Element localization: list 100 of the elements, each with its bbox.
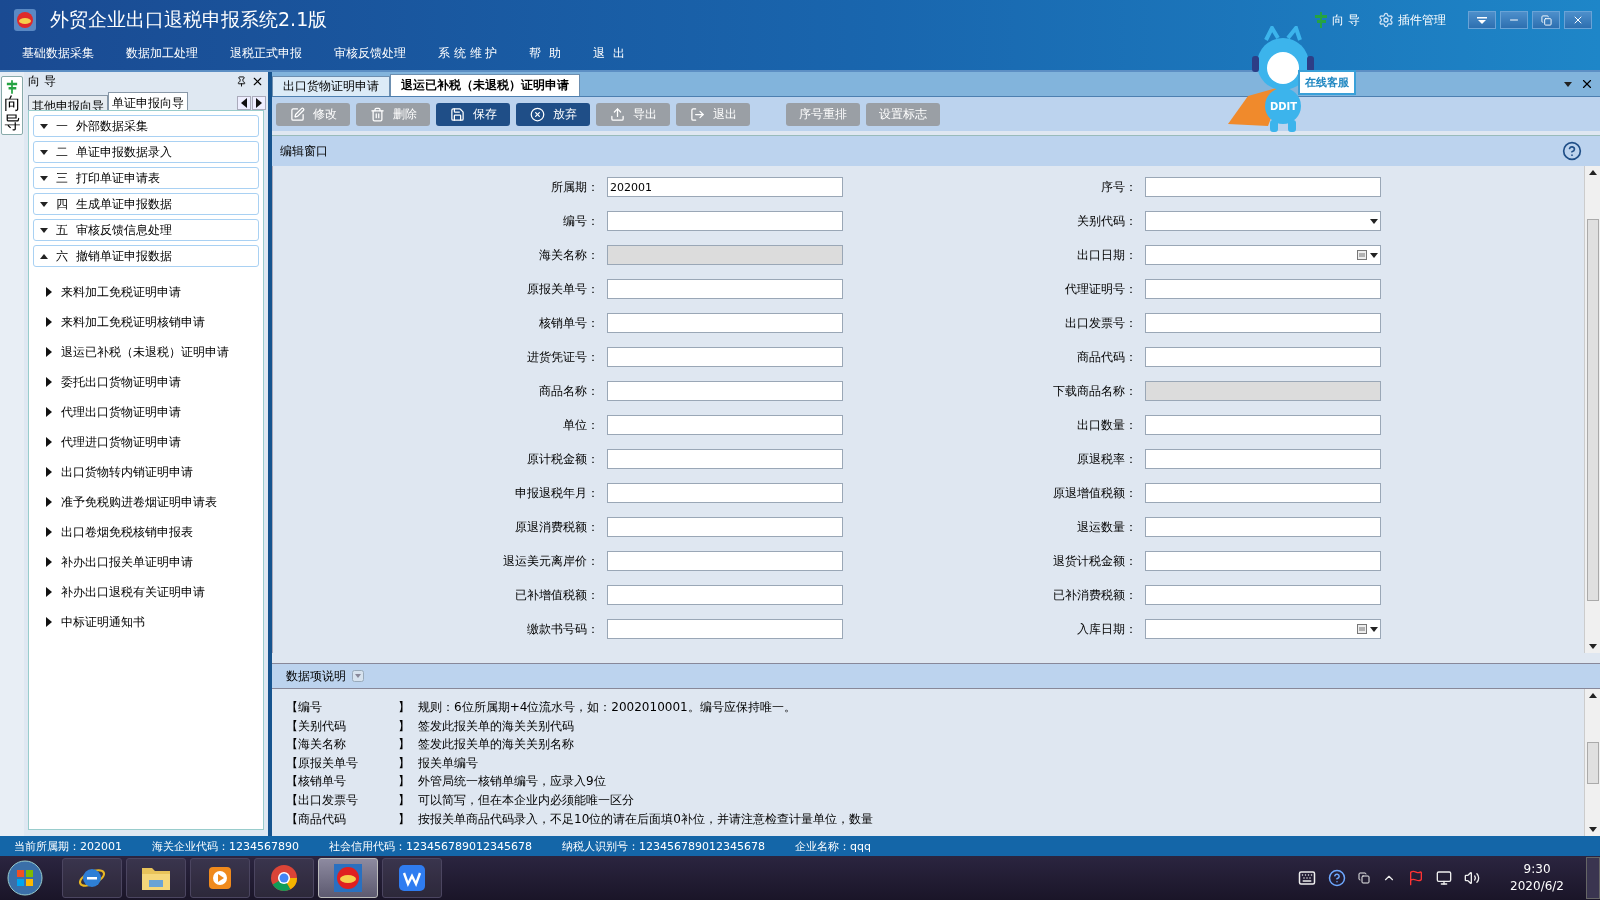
tree-item[interactable]: 委托出口货物证明申请 [33, 367, 259, 397]
minimize-button[interactable] [1500, 11, 1528, 29]
taskbar-button[interactable] [254, 858, 314, 898]
tree-section[interactable]: 三 打印单证申请表 [33, 167, 259, 189]
tree-item[interactable]: 出口货物转内销证明申请 [33, 457, 259, 487]
toolbar-button[interactable]: 保存 [436, 102, 510, 126]
input-field[interactable] [1145, 415, 1381, 435]
signpost-icon [1314, 12, 1329, 28]
input-field[interactable] [1145, 551, 1381, 571]
note-term: 【关别代码 [286, 717, 347, 735]
input-field[interactable] [1145, 177, 1381, 197]
menu-item[interactable]: 退税正式申报 [230, 44, 302, 62]
scrollbar-thumb[interactable] [1586, 741, 1599, 784]
document-tab[interactable]: 退运已补税（未退税）证明申请 [390, 74, 580, 96]
network-icon[interactable] [1436, 870, 1453, 886]
input-field[interactable] [607, 551, 843, 571]
close-icon[interactable] [1580, 77, 1594, 91]
input-field[interactable] [607, 347, 843, 367]
guide-link[interactable]: 向 导 [1314, 11, 1360, 29]
input-field[interactable] [1145, 483, 1381, 503]
tree-item[interactable]: 补办出口退税有关证明申请 [33, 577, 259, 607]
input-field[interactable] [1145, 279, 1381, 299]
help-icon[interactable] [1562, 141, 1582, 161]
flag-icon[interactable] [1408, 870, 1425, 886]
tree-item[interactable]: 中标证明通知书 [33, 607, 259, 637]
keyboard-icon[interactable] [1298, 869, 1317, 887]
input-field[interactable] [607, 449, 843, 469]
date-field[interactable] [1145, 619, 1381, 639]
document-tab[interactable]: 出口货物证明申请 [272, 76, 390, 96]
tree-section[interactable]: 二 单证申报数据录入 [33, 141, 259, 163]
input-field[interactable]: 202001 [607, 177, 843, 197]
dropdown-icon[interactable] [352, 670, 364, 682]
media-player-icon[interactable] [207, 865, 233, 891]
input-field[interactable] [607, 517, 843, 537]
tree-section[interactable]: 六 撤销单证申报数据 [33, 245, 259, 267]
clock[interactable]: 9:30 2020/6/2 [1510, 861, 1564, 895]
menu-item[interactable]: 系 统 维 护 [438, 44, 498, 62]
taskbar-button[interactable] [382, 858, 442, 898]
input-field[interactable] [1145, 449, 1381, 469]
input-field[interactable] [1145, 517, 1381, 537]
tree-item[interactable]: 补办出口报关单证明申请 [33, 547, 259, 577]
toolbar-button[interactable]: 放弃 [516, 102, 590, 126]
pin-icon[interactable] [236, 75, 247, 87]
input-field[interactable] [607, 279, 843, 299]
input-field[interactable] [607, 381, 843, 401]
input-field[interactable] [1145, 585, 1381, 605]
input-field[interactable] [607, 415, 843, 435]
side-tab[interactable]: 向导 [1, 76, 23, 136]
tree-section[interactable]: 一 外部数据采集 [33, 115, 259, 137]
date-field[interactable] [1145, 245, 1381, 265]
menu-item[interactable]: 帮 助 [529, 44, 562, 62]
field-label: 进货凭证号： [526, 348, 600, 366]
input-field[interactable] [1145, 313, 1381, 333]
tree-item[interactable]: 来料加工免税证明核销申请 [33, 307, 259, 337]
tree-item[interactable]: 出口卷烟免税核销申报表 [33, 517, 259, 547]
tree-section[interactable]: 四 生成单证申报数据 [33, 193, 259, 215]
scrollbar[interactable] [1584, 166, 1600, 653]
scroll-right-button[interactable] [252, 96, 266, 110]
input-field[interactable] [607, 313, 843, 333]
chrome-icon[interactable] [269, 863, 299, 893]
dropdown-button[interactable] [1468, 11, 1496, 29]
tax-app-icon[interactable] [333, 863, 363, 893]
scrollbar-thumb[interactable] [1586, 218, 1599, 601]
plugin-manager-link[interactable]: 插件管理 [1378, 11, 1446, 29]
volume-icon[interactable] [1464, 870, 1481, 886]
start-button[interactable] [6, 859, 44, 897]
input-field[interactable] [607, 585, 843, 605]
tree-item[interactable]: 代理出口货物证明申请 [33, 397, 259, 427]
menu-item[interactable]: 审核反馈处理 [334, 44, 406, 62]
taskbar-button[interactable] [190, 858, 250, 898]
field-label: 出口数量： [1076, 416, 1138, 434]
scroll-left-button[interactable] [237, 96, 251, 110]
close-button[interactable] [1564, 11, 1592, 29]
tree-item[interactable]: 退运已补税（未退税）证明申请 [33, 337, 259, 367]
triangle-icon [45, 407, 53, 417]
taskbar-button[interactable] [126, 858, 186, 898]
show-desktop-button[interactable] [1586, 857, 1600, 899]
tree-section[interactable]: 五 审核反馈信息处理 [33, 219, 259, 241]
online-support-button[interactable]: 在线客服 [1298, 70, 1356, 95]
taskbar-button[interactable] [62, 858, 122, 898]
restore-button[interactable] [1532, 11, 1560, 29]
input-field[interactable] [1145, 347, 1381, 367]
scrollbar[interactable] [1584, 689, 1600, 836]
field-label: 原退增值税额： [1052, 484, 1138, 502]
input-field[interactable] [607, 211, 843, 231]
menu-item[interactable]: 退 出 [593, 44, 625, 62]
tree-item[interactable]: 准予免税购进卷烟证明申请表 [33, 487, 259, 517]
tree-item[interactable]: 代理进口货物证明申请 [33, 427, 259, 457]
dropdown-field[interactable] [1145, 211, 1381, 231]
panel-tab[interactable]: 单证申报向导 [108, 92, 188, 110]
window-icon[interactable] [1358, 872, 1371, 884]
triangle-icon [45, 347, 53, 357]
menu-item[interactable]: 基础数据采集 [22, 44, 94, 62]
input-field[interactable] [607, 483, 843, 503]
input-field[interactable] [607, 619, 843, 639]
menu-item[interactable]: 数据加工处理 [126, 44, 198, 62]
wps-icon[interactable] [398, 864, 426, 892]
note-term: 【核销单号 [286, 773, 347, 791]
help-icon[interactable] [1328, 869, 1347, 887]
tree-item[interactable]: 来料加工免税证明申请 [33, 277, 259, 307]
